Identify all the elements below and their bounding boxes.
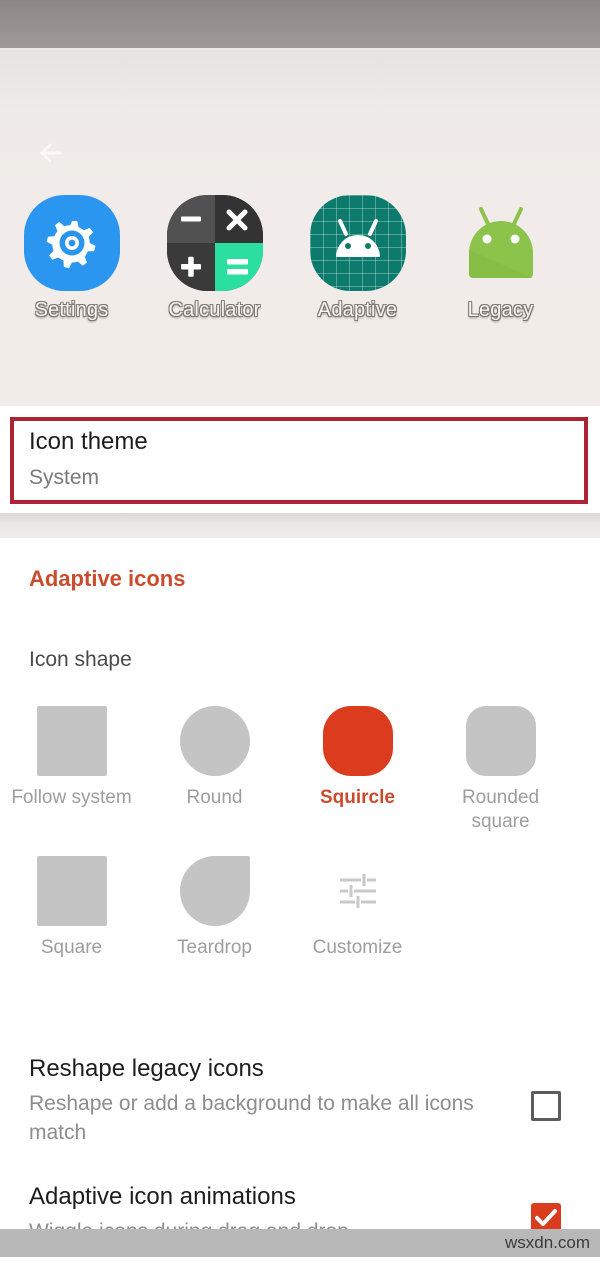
pref-title: Adaptive icon animations [29, 1183, 296, 1210]
legacy-android-icon [453, 195, 549, 291]
settings-gear-icon [23, 195, 120, 291]
pref-subtitle: Reshape or add a background to make all … [29, 1092, 474, 1144]
preview-icon-label: Adaptive [317, 299, 398, 321]
preview-icon-label: Legacy [467, 299, 534, 321]
calculator-icon [166, 195, 263, 291]
preview-icon-label: Settings [34, 299, 109, 321]
icon-shape-row: Square Teardrop Customize [0, 856, 600, 960]
teardrop-swatch-icon [179, 856, 250, 926]
pref-row-reshape-legacy-icons[interactable]: Reshape legacy icons Reshape or add a ba… [0, 1055, 600, 1145]
shape-option-label: Follow system [11, 787, 132, 808]
icon-theme-value: System [29, 466, 100, 489]
shape-option-square[interactable]: Square [0, 856, 143, 960]
icon-preview-header: Settings Calculator Adaptive Legacy [0, 50, 600, 406]
section-divider-band [0, 513, 600, 538]
shape-option-label: Square [40, 937, 103, 958]
watermark-text: wsxdn.com [504, 1233, 590, 1252]
tune-sliders-icon [323, 856, 393, 926]
rounded-square-swatch-icon [465, 706, 536, 776]
shape-option-label: Round [186, 787, 243, 808]
back-arrow-icon[interactable] [30, 130, 76, 176]
adaptive-icons-section: Adaptive icons Icon shape Follow system … [0, 538, 600, 1243]
circle-swatch-icon [179, 706, 250, 776]
shape-option-customize[interactable]: Customize [286, 856, 429, 960]
section-title-adaptive-icons: Adaptive icons [29, 566, 186, 591]
shape-option-label: Squircle [320, 787, 395, 808]
shape-option-teardrop[interactable]: Teardrop [143, 856, 286, 960]
shape-grid-spacer [429, 856, 572, 960]
square-swatch-icon [36, 856, 107, 926]
shape-option-follow-system[interactable]: Follow system [0, 706, 143, 834]
system-status-bar [0, 0, 600, 48]
preview-icon-row: Settings Calculator Adaptive Legacy [0, 195, 600, 322]
icon-theme-row[interactable]: Icon theme System [0, 406, 600, 513]
shape-option-rounded-square[interactable]: Rounded square [429, 706, 572, 834]
pref-title: Reshape legacy icons [29, 1055, 264, 1082]
shape-option-label: Customize [312, 937, 403, 958]
preview-icon-adaptive[interactable]: Adaptive [286, 195, 429, 322]
icon-theme-title: Icon theme [29, 428, 148, 455]
preview-icon-settings[interactable]: Settings [0, 195, 143, 322]
preview-icon-legacy[interactable]: Legacy [429, 195, 572, 322]
square-swatch-icon [36, 706, 107, 776]
icon-shape-row: Follow system Round Squircle Rounded squ… [0, 706, 600, 834]
shape-option-round[interactable]: Round [143, 706, 286, 834]
preview-icon-label: Calculator [168, 299, 261, 321]
preview-icon-calculator[interactable]: Calculator [143, 195, 286, 322]
adaptive-android-icon [309, 195, 406, 291]
icon-shape-label: Icon shape [29, 648, 132, 671]
shape-option-squircle[interactable]: Squircle [286, 706, 429, 834]
squircle-swatch-icon [322, 706, 393, 776]
checkbox-reshape-legacy-icons[interactable] [531, 1091, 561, 1121]
icon-shape-grid: Follow system Round Squircle Rounded squ… [0, 706, 600, 960]
shape-option-label: Teardrop [177, 937, 252, 958]
shape-option-label: Rounded square [461, 787, 540, 832]
